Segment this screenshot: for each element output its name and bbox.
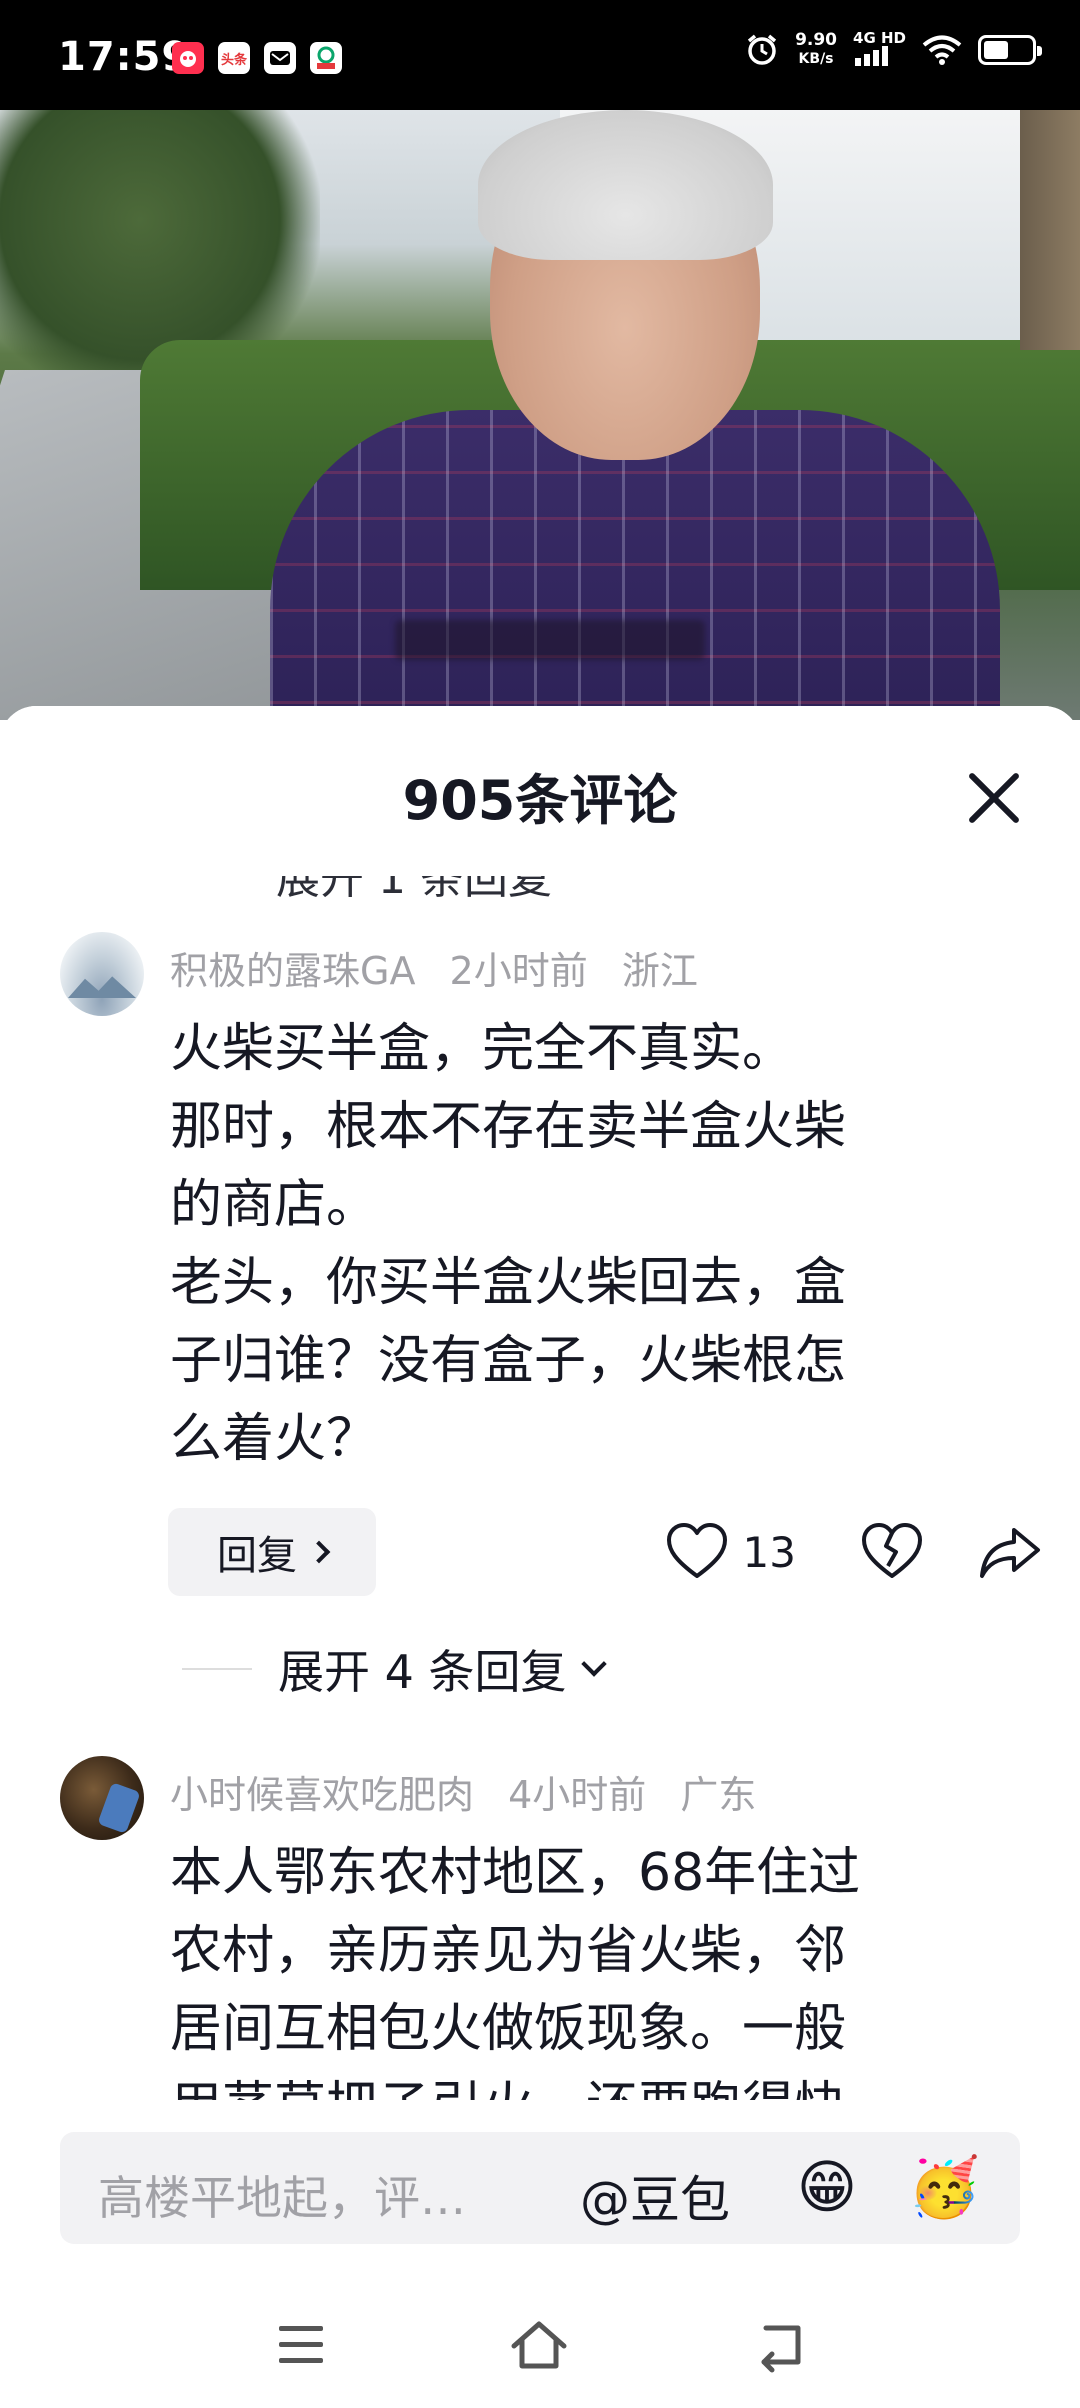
avatar[interactable] (60, 932, 144, 1016)
share-icon[interactable] (978, 1520, 1042, 1584)
navigation-bar (0, 2280, 1080, 2408)
china-mobile-icon (310, 42, 342, 74)
toutiao-label: 头条 (220, 52, 247, 68)
status-time: 17:59 (58, 34, 191, 80)
broken-heart-icon[interactable] (860, 1520, 924, 1584)
grinning-face-icon[interactable]: 😁 (792, 2152, 862, 2222)
signal-group: 4G HD (853, 30, 906, 70)
comment-meta: 积极的露珠GA 2小时前 浙江 (170, 940, 720, 995)
net-type: 4G HD (853, 29, 906, 47)
signal-icon (855, 46, 889, 66)
comment-input-placeholder: 高楼平地起，评… (98, 2171, 466, 2225)
expand-replies[interactable]: 展开 4 条回复 (182, 1636, 607, 1702)
comment-location: 浙江 (621, 949, 698, 993)
comment-time: 4小时前 (508, 1773, 647, 1817)
xiaohongshu-icon (172, 42, 204, 74)
comment-meta: 小时候喜欢吃肥肉 4小时前 广东 (170, 1764, 778, 1819)
net-speed-unit: KB/s (798, 51, 834, 67)
avatar[interactable] (60, 1756, 144, 1840)
comment-username[interactable]: 小时候喜欢吃肥肉 (170, 1773, 474, 1817)
status-indicators: 9.90 KB/s 4G HD (745, 30, 1042, 70)
message-icon (264, 42, 296, 74)
comments-header: 905条评论 (0, 706, 1080, 876)
battery-icon (978, 35, 1042, 65)
net-speed-value: 9.90 (795, 30, 838, 50)
comment-time: 2小时前 (449, 949, 588, 993)
comment-actions: 13 (665, 1520, 1042, 1584)
alarm-icon (747, 34, 777, 65)
party-face-icon[interactable]: 🥳 (908, 2152, 980, 2222)
heart-icon[interactable] (665, 1520, 729, 1584)
comment-username[interactable]: 积极的露珠GA (170, 949, 415, 993)
mention-doubao-button[interactable]: @豆包 (580, 2160, 730, 2232)
chevron-down-icon (580, 1651, 607, 1677)
close-icon[interactable] (964, 768, 1024, 828)
comment-input-area: 高楼平地起，评… @豆包 😁 🥳 (0, 2100, 1080, 2280)
comment-text[interactable]: 火柴买半盒，完全不真实。 那时，根本不存在卖半盒火柴 的商店。 老头，你买半盒火… (170, 1010, 1010, 1478)
notification-icons: 头条 (172, 42, 342, 74)
comments-title: 905条评论 (402, 769, 678, 832)
menu-icon[interactable] (265, 2310, 335, 2380)
chevron-right-icon (307, 1540, 331, 1564)
wifi-icon (922, 35, 962, 65)
home-icon[interactable] (504, 2310, 574, 2380)
expand-replies-label: 展开 4 条回复 (278, 1645, 567, 1699)
reply-button[interactable]: 回复 (168, 1508, 376, 1596)
status-bar: 17:59 头条 9.90 KB/s 4G HD (0, 0, 1080, 110)
video-player[interactable] (0, 110, 1080, 720)
comment-location: 广东 (680, 1773, 757, 1817)
back-icon[interactable] (746, 2310, 816, 2380)
like-count: 13 (742, 1527, 796, 1577)
reply-label: 回复 (217, 1533, 297, 1579)
net-speed: 9.90 KB/s (795, 31, 837, 69)
toutiao-icon: 头条 (218, 42, 250, 74)
comment-input[interactable]: 高楼平地起，评… @豆包 😁 🥳 (60, 2132, 1020, 2244)
